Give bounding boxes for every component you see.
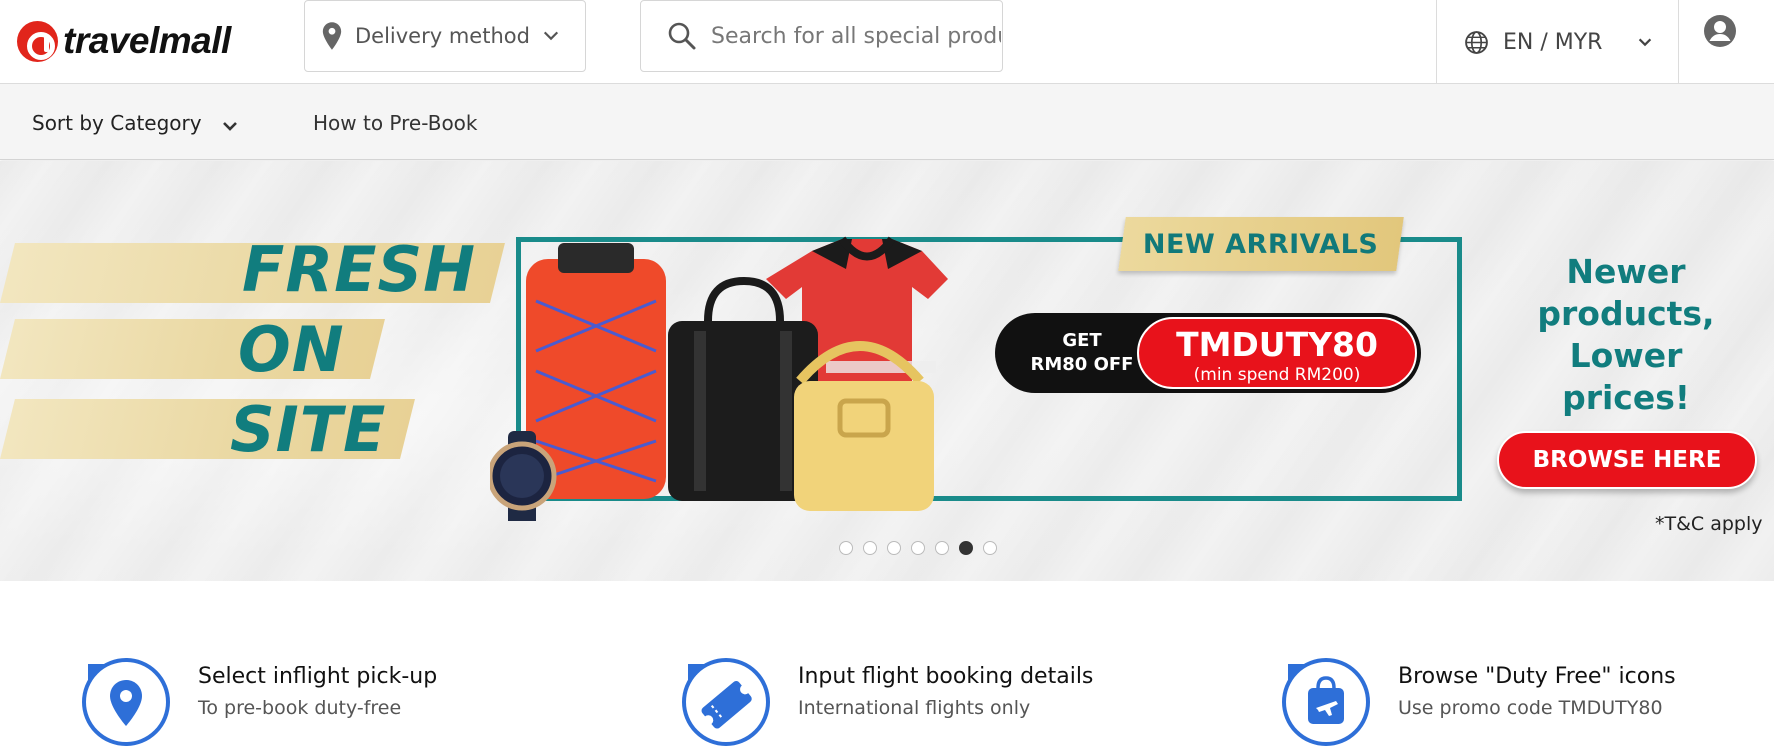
- user-account-icon[interactable]: [1703, 14, 1737, 48]
- logo-text: travelmall: [63, 20, 231, 61]
- headline-word: FRESH: [242, 233, 476, 306]
- step-1: 1 Select inflight pick-up To pre-book du…: [80, 656, 437, 748]
- step-number: 1: [94, 671, 105, 690]
- step-subtitle: International flights only: [798, 697, 1031, 719]
- search-icon[interactable]: [667, 21, 697, 51]
- shopping-bag-plane-icon: 3: [1282, 658, 1370, 746]
- step-number: 3: [1294, 671, 1305, 690]
- step-2: 2 Input flight booking details Internati…: [680, 656, 1093, 748]
- banner-side-text: Newer products, Lower prices!: [1516, 251, 1736, 419]
- terms-note: *T&C apply: [1655, 513, 1763, 535]
- travelmall-logo[interactable]: travelmall: [17, 20, 231, 62]
- chevron-down-icon: [222, 122, 237, 131]
- browse-here-button[interactable]: BROWSE HERE: [1497, 431, 1757, 489]
- globe-icon: [1465, 30, 1488, 54]
- promo-code: TMDUTY80: [1176, 325, 1378, 364]
- promo-code-badge: GET RM80 OFF TMDUTY80 (min spend RM200): [995, 313, 1421, 393]
- location-pin-icon: [322, 22, 342, 50]
- step-title: Select inflight pick-up: [198, 664, 438, 689]
- promo-discount: GET RM80 OFF: [1017, 329, 1147, 377]
- chevron-down-icon: [1639, 38, 1652, 47]
- delivery-method-label: Delivery method: [355, 24, 530, 48]
- carousel-dot[interactable]: [839, 541, 853, 555]
- promo-min-spend: (min spend RM200): [1193, 365, 1361, 385]
- airasia-logo-icon: [17, 20, 58, 62]
- promo-off-text: RM80 OFF: [1030, 354, 1134, 375]
- carousel-dot[interactable]: [959, 541, 973, 555]
- how-to-prebook-link[interactable]: How to Pre-Book: [313, 111, 478, 135]
- promo-get-text: GET: [1062, 330, 1102, 351]
- carousel-dot[interactable]: [911, 541, 925, 555]
- product-illustration: [490, 236, 948, 521]
- carousel-dots: [839, 541, 997, 555]
- chevron-down-icon: [543, 31, 559, 41]
- new-arrivals-tag: NEW ARRIVALS: [1118, 217, 1404, 271]
- search-input[interactable]: [711, 23, 1001, 49]
- step-title: Browse "Duty Free" icons: [1398, 664, 1676, 689]
- side-text-line: Lower: [1569, 336, 1683, 375]
- location-pin-icon: 1: [82, 658, 170, 746]
- side-text-line: Newer: [1566, 252, 1686, 291]
- side-text-line: prices!: [1562, 378, 1690, 417]
- headline-word: SITE: [230, 393, 387, 466]
- delivery-method-dropdown[interactable]: Delivery method: [304, 0, 586, 72]
- how-it-works-steps: 1 Select inflight pick-up To pre-book du…: [0, 581, 1774, 756]
- carousel-dot[interactable]: [935, 541, 949, 555]
- carousel-dot[interactable]: [863, 541, 877, 555]
- step-title: Input flight booking details: [798, 664, 1094, 689]
- step-number: 2: [694, 671, 705, 690]
- new-arrivals-label: NEW ARRIVALS: [1143, 228, 1379, 260]
- carousel-dot[interactable]: [983, 541, 997, 555]
- ticket-icon: 2: [682, 658, 770, 746]
- headline-word: ON: [238, 313, 345, 386]
- search-bar: [640, 0, 1003, 72]
- secondary-nav: Sort by Category How to Pre-Book: [0, 84, 1774, 160]
- sort-by-category-label: Sort by Category: [32, 111, 202, 135]
- promo-code-pill: TMDUTY80 (min spend RM200): [1137, 317, 1417, 389]
- sort-by-category-dropdown[interactable]: Sort by Category: [32, 110, 240, 136]
- side-text-line: products,: [1537, 294, 1715, 333]
- step-3: 3 Browse "Duty Free" icons Use promo cod…: [1280, 656, 1676, 748]
- hero-banner[interactable]: FRESH ON SITE NEW ARRIVALS GET RM80 OFF …: [0, 161, 1774, 581]
- language-currency-label: EN / MYR: [1503, 29, 1603, 55]
- carousel-dot[interactable]: [887, 541, 901, 555]
- step-subtitle: To pre-book duty-free: [198, 697, 402, 719]
- top-header: travelmall Delivery method EN / MYR: [0, 0, 1774, 84]
- step-subtitle: Use promo code TMDUTY80: [1398, 697, 1663, 719]
- language-currency-selector[interactable]: EN / MYR: [1436, 0, 1679, 84]
